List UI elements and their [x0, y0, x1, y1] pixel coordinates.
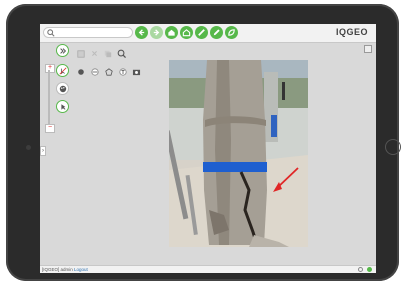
copy-icon: [104, 50, 111, 57]
select-tool-button[interactable]: [56, 100, 69, 113]
zoom-slider[interactable]: [48, 70, 50, 124]
point-icon: [77, 68, 84, 75]
ruler-icon: [198, 29, 205, 36]
zoom-to-button[interactable]: [117, 49, 126, 58]
line-icon: [90, 67, 99, 76]
draw-line-button[interactable]: [90, 67, 99, 76]
panel-toggle-button[interactable]: [364, 45, 372, 53]
draw-point-button[interactable]: [76, 67, 85, 76]
expand-tools-button[interactable]: [56, 44, 69, 57]
cursor-crossed-icon: [59, 67, 66, 74]
camera-icon: [132, 69, 141, 75]
status-icons: [358, 267, 372, 272]
connection-icon: [358, 267, 363, 272]
text-icon: [118, 67, 127, 76]
app-logo: IQGEO: [335, 27, 368, 37]
square-icon: [76, 49, 85, 58]
basemap-button[interactable]: [56, 82, 69, 95]
cursor-icon: [60, 103, 65, 110]
drawing-toolbar: [74, 48, 148, 78]
tablet-camera: [26, 145, 31, 150]
undo-button[interactable]: [76, 49, 85, 58]
forward-button[interactable]: [150, 26, 163, 39]
photo-image: [169, 60, 308, 247]
leaf-icon: [228, 29, 235, 36]
zoom-out-button[interactable]: −: [45, 124, 55, 133]
home-outline-icon: [182, 29, 191, 37]
draw-polygon-button[interactable]: [104, 67, 113, 76]
attached-photo[interactable]: [169, 60, 308, 247]
back-button[interactable]: [135, 26, 148, 39]
forward-arrow-icon: [153, 29, 160, 36]
delete-button[interactable]: [90, 49, 99, 58]
layers-button[interactable]: [225, 26, 238, 39]
measure-button[interactable]: [195, 26, 208, 39]
home-icon: [168, 29, 175, 36]
tablet-home-button[interactable]: [385, 139, 401, 155]
edit-button[interactable]: [210, 26, 223, 39]
select-feature-button[interactable]: [56, 64, 69, 77]
logout-link[interactable]: Logout: [74, 267, 88, 272]
pencil-icon: [213, 29, 220, 36]
search-input[interactable]: [43, 27, 133, 38]
palette-icon: [59, 85, 66, 92]
top-toolbar: IQGEO: [40, 24, 376, 43]
polygon-icon: [104, 67, 113, 76]
close-icon: [92, 51, 97, 56]
back-arrow-icon: [138, 29, 145, 36]
add-photo-button[interactable]: [132, 67, 141, 76]
app-screen: IQGEO + − › [IQGEO] admin Logout: [40, 24, 376, 273]
zoom-in-button[interactable]: +: [45, 64, 55, 73]
copy-button[interactable]: [103, 49, 112, 58]
draw-text-button[interactable]: [118, 67, 127, 76]
online-status-icon: [367, 267, 372, 272]
status-text: [IQGEO] admin: [42, 267, 73, 272]
status-bar: [IQGEO] admin Logout: [40, 265, 376, 273]
expand-panel-tab[interactable]: ›: [40, 146, 46, 156]
home-button[interactable]: [165, 26, 178, 39]
double-chevron-right-icon: [59, 47, 66, 54]
home-alt-button[interactable]: [180, 26, 193, 39]
search-icon: [47, 29, 55, 37]
magnifier-icon: [117, 49, 126, 58]
